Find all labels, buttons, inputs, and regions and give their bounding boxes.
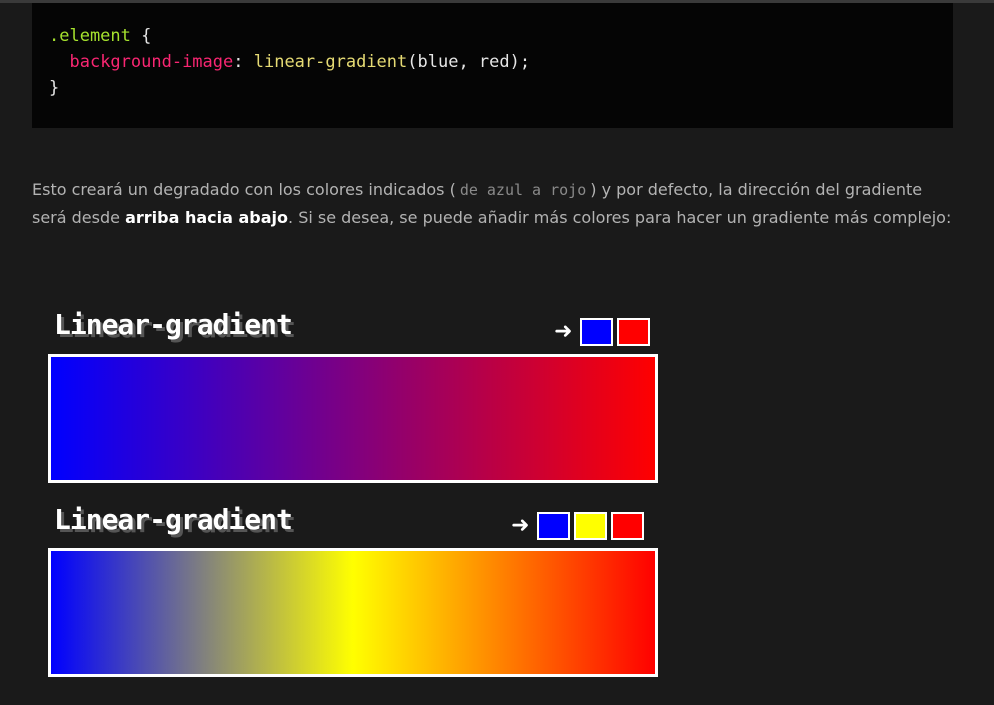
example-1-title: Linear-gradient (54, 308, 293, 341)
open-brace: { (130, 26, 152, 46)
inline-code: de azul a rojo (459, 181, 587, 199)
swatch-blue (537, 512, 571, 540)
gradient-preview-blue-red (48, 354, 658, 483)
para-text-1: Esto creará un degradado con los colores… (32, 180, 456, 199)
para-text-3: . Si se desea, se puede añadir más color… (288, 208, 952, 227)
code-line-2: background-image: linear-gradient(blue, … (49, 49, 953, 75)
arrow-right-icon: ➜ (511, 513, 530, 538)
example-1-swatches: ➜ (554, 318, 651, 346)
bold-text: arriba hacia abajo (125, 208, 289, 227)
explanation-paragraph: Esto creará un degradado con los colores… (32, 176, 952, 231)
gradient-preview-blue-yellow-red (48, 548, 658, 677)
example-2-swatches: ➜ (511, 512, 645, 540)
close-brace: } (49, 78, 60, 98)
swatch-red (617, 318, 651, 346)
example-2-title: Linear-gradient (54, 503, 293, 536)
arrow-right-icon: ➜ (554, 319, 573, 344)
css-function: linear-gradient (253, 52, 408, 72)
code-block: .element { background-image: linear-grad… (32, 3, 953, 128)
css-property: background-image (69, 52, 234, 72)
code-line-1: .element { (49, 23, 953, 49)
swatch-red (611, 512, 645, 540)
swatch-yellow (574, 512, 608, 540)
colon: : (233, 52, 254, 72)
code-line-3: } (49, 75, 953, 101)
css-selector: .element (49, 26, 131, 46)
swatch-blue (580, 318, 614, 346)
function-args: (blue, red); (407, 52, 531, 72)
